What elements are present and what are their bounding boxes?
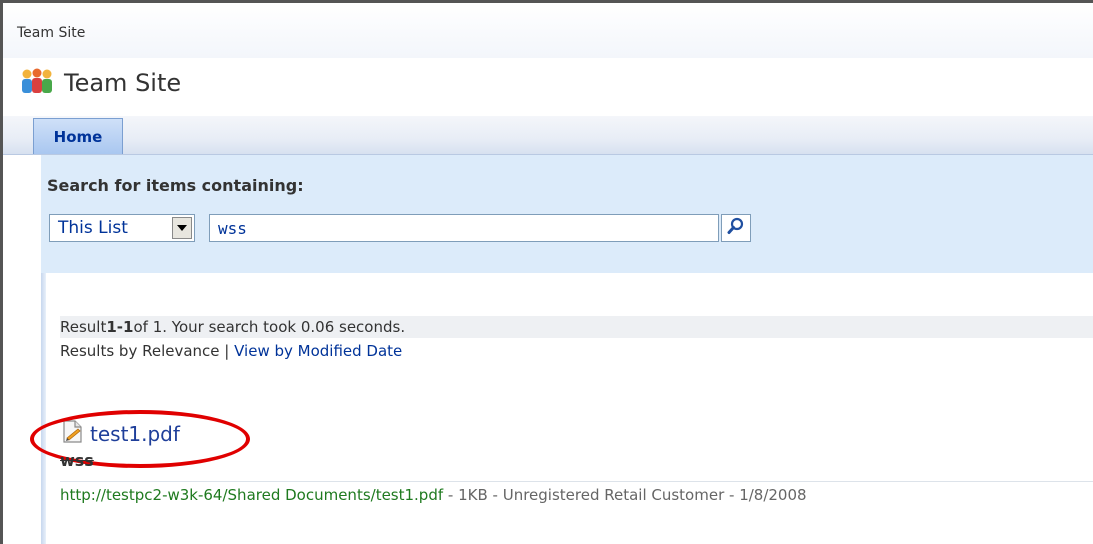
search-input[interactable]: [209, 214, 719, 242]
sort-current: Results by Relevance: [60, 342, 220, 360]
result-title-link[interactable]: test1.pdf: [90, 422, 180, 446]
search-scope-value: This List: [58, 218, 128, 238]
search-button[interactable]: [721, 214, 751, 242]
breadcrumb[interactable]: Team Site: [17, 25, 85, 41]
result-summary-suffix: of 1. Your search took 0.06 seconds.: [133, 318, 406, 336]
search-heading: Search for items containing:: [47, 176, 304, 195]
result-summary: Result 1-1 of 1. Your search took 0.06 s…: [60, 316, 1093, 338]
result-details: - 1KB - Unregistered Retail Customer - 1…: [443, 486, 807, 504]
search-scope-dropdown[interactable]: This List: [49, 214, 195, 242]
pdf-document-icon: [62, 420, 84, 448]
view-by-modified-date-link[interactable]: View by Modified Date: [234, 342, 402, 360]
page-title: Team Site: [64, 69, 182, 97]
result-summary-range: 1-1: [106, 318, 134, 336]
result-url[interactable]: http://testpc2-w3k-64/Shared Documents/t…: [60, 486, 443, 504]
sort-separator: |: [219, 342, 235, 360]
search-icon: [727, 217, 745, 239]
sort-options: Results by Relevance | View by Modified …: [60, 342, 402, 360]
top-nav-bar: [3, 116, 1093, 155]
site-header: Team Site: [20, 66, 181, 100]
result-metadata: http://testpc2-w3k-64/Shared Documents/t…: [60, 486, 807, 504]
chevron-down-icon[interactable]: [172, 217, 192, 239]
result-item-title: test1.pdf: [62, 420, 180, 448]
result-snippet: wss: [60, 451, 94, 470]
tab-home[interactable]: Home: [33, 118, 123, 154]
team-site-icon: [20, 66, 54, 100]
breadcrumb-bar: Team Site: [3, 3, 1093, 58]
content-left-rule: [41, 273, 46, 544]
result-summary-prefix: Result: [60, 318, 107, 336]
result-divider: [60, 481, 1093, 482]
